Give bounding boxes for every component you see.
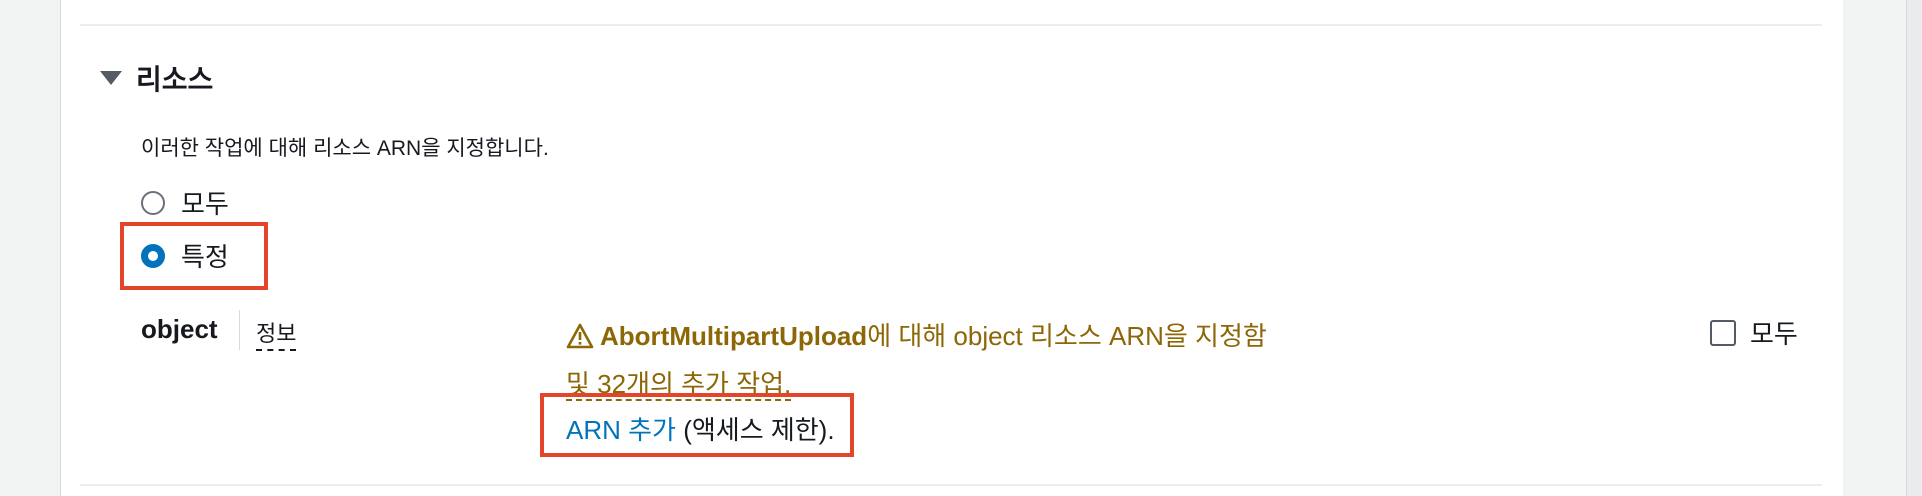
all-checkbox-label: 모두 <box>1750 319 1798 349</box>
highlight-box-add-arn <box>540 393 854 457</box>
content-panel <box>60 0 1844 496</box>
all-checkbox-row[interactable]: 모두 <box>1710 314 1798 351</box>
warning-text: 에 대해 object 리소스 ARN을 지정함 <box>867 321 1267 351</box>
radio-button-all[interactable] <box>141 190 165 215</box>
resources-section-toggle[interactable]: 리소스 <box>100 60 213 96</box>
divider-top <box>80 24 1822 26</box>
highlight-box-specific <box>120 222 268 290</box>
resource-type-label: object <box>141 314 218 344</box>
scrollbar-track[interactable] <box>1906 0 1922 496</box>
divider-bottom <box>80 484 1822 486</box>
caret-down-icon <box>100 71 122 85</box>
info-link[interactable]: 정보 <box>256 316 297 351</box>
label-separator <box>239 310 240 350</box>
all-checkbox[interactable] <box>1710 319 1736 346</box>
radio-all[interactable]: 모두 <box>141 184 229 221</box>
section-description: 이러한 작업에 대해 리소스 ARN을 지정합니다. <box>141 137 549 160</box>
warning-action-name: AbortMultipartUpload <box>600 321 868 351</box>
radio-label-all: 모두 <box>181 189 229 219</box>
section-title: 리소스 <box>136 64 214 95</box>
warning-icon <box>566 318 594 362</box>
